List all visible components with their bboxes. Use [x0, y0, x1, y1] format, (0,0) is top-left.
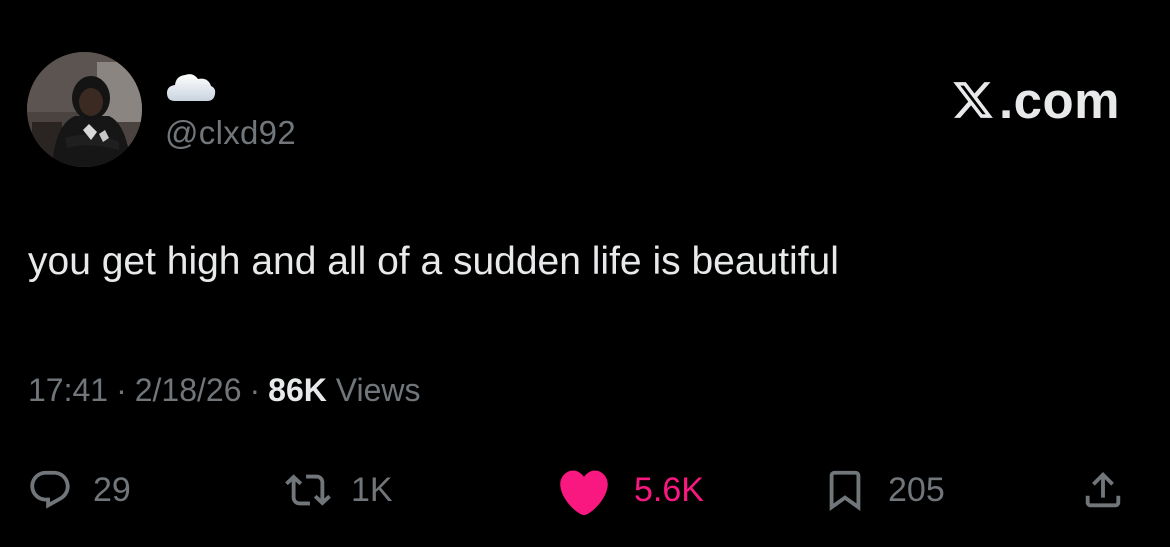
- repost-count: 1K: [351, 470, 393, 509]
- meta-separator: ·: [249, 372, 261, 408]
- display-name-cloud-emoji[interactable]: [165, 70, 217, 104]
- share-icon: [1085, 471, 1121, 508]
- post-meta: 17:41 · 2/18/26 · 86K Views: [28, 372, 421, 409]
- repost-button[interactable]: 1K: [285, 458, 393, 522]
- reply-count: 29: [93, 470, 131, 509]
- brand-domain: .com: [998, 71, 1120, 129]
- bookmark-icon: [829, 470, 861, 511]
- bookmark-button[interactable]: 205: [822, 458, 945, 522]
- meta-separator: ·: [116, 372, 127, 408]
- post-card: @clxd92 .com you get high and all of a s…: [0, 0, 1170, 547]
- x-logo-icon: [953, 82, 993, 118]
- like-button[interactable]: 5.6K: [554, 458, 704, 522]
- avatar-photo: [27, 52, 142, 167]
- author-handle[interactable]: @clxd92: [165, 114, 296, 152]
- repost-icon: [285, 474, 331, 506]
- action-bar: 29 1K 5.6K 205: [0, 458, 1170, 522]
- post-text: you get high and all of a sudden life is…: [28, 240, 839, 283]
- reply-button[interactable]: 29: [27, 458, 131, 522]
- views-count: 86K: [268, 372, 327, 408]
- heart-icon: [560, 470, 608, 516]
- avatar[interactable]: [27, 52, 142, 167]
- cloud-icon: [167, 74, 216, 101]
- post-time[interactable]: 17:41: [28, 372, 108, 408]
- post-date[interactable]: 2/18/26: [135, 372, 242, 408]
- brand-watermark: .com: [951, 70, 1120, 130]
- bookmark-count: 205: [888, 470, 945, 509]
- like-count: 5.6K: [634, 470, 704, 509]
- share-button[interactable]: [1080, 458, 1126, 522]
- reply-icon: [30, 470, 70, 509]
- views-label: Views: [335, 372, 421, 408]
